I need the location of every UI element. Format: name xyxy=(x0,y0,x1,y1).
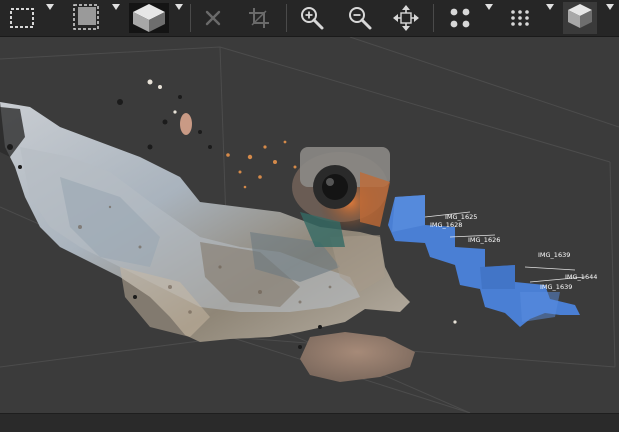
point-size-large-icon xyxy=(445,6,475,30)
toolbar-separator xyxy=(190,4,191,32)
zoom-out-icon xyxy=(347,5,373,31)
camera-positions: IMG_1625 IMG_1628 IMG_1626 IMG_1639 IMG_… xyxy=(388,195,597,327)
fit-view-icon xyxy=(392,4,420,32)
chevron-down-icon[interactable] xyxy=(112,4,120,10)
selection-fill-icon xyxy=(69,3,103,33)
zoom-in-button[interactable] xyxy=(294,0,330,36)
camera-label[interactable]: IMG_1639 xyxy=(538,251,570,259)
camera-label[interactable]: IMG_1626 xyxy=(468,236,500,244)
status-bar xyxy=(0,413,619,432)
camera-label[interactable]: IMG_1625 xyxy=(445,213,477,221)
delete-icon xyxy=(202,7,224,29)
chevron-down-icon[interactable] xyxy=(485,4,493,10)
mesh-fragment xyxy=(300,332,415,382)
3d-model-viewport[interactable]: IMG_1625 IMG_1628 IMG_1626 IMG_1639 IMG_… xyxy=(0,37,619,413)
selection-fill-button[interactable] xyxy=(64,0,108,36)
fit-view-button[interactable] xyxy=(388,0,424,36)
chevron-down-icon[interactable] xyxy=(175,4,183,10)
zoom-in-icon xyxy=(299,5,325,31)
point-size-small-button[interactable] xyxy=(500,0,540,36)
marquee-select-icon xyxy=(7,5,37,31)
point-size-large-button[interactable] xyxy=(440,0,480,36)
navigation-cube-icon xyxy=(127,1,171,35)
zoom-out-button[interactable] xyxy=(342,0,378,36)
chevron-down-icon[interactable] xyxy=(546,4,554,10)
marquee-select-button[interactable] xyxy=(2,0,42,36)
model-scene: IMG_1625 IMG_1628 IMG_1626 IMG_1639 IMG_… xyxy=(0,37,619,413)
delete-button[interactable] xyxy=(196,0,230,36)
crop-button[interactable] xyxy=(242,0,276,36)
toolbar-separator xyxy=(433,4,434,32)
view-mode-icon xyxy=(562,1,598,35)
point-size-small-icon xyxy=(505,6,535,30)
navigation-cube-button[interactable] xyxy=(124,0,174,36)
chevron-down-icon[interactable] xyxy=(46,4,54,10)
crop-icon xyxy=(247,6,271,30)
chevron-down-icon[interactable] xyxy=(606,4,614,10)
main-toolbar xyxy=(0,0,619,37)
view-mode-button[interactable] xyxy=(560,0,600,36)
camera-label[interactable]: IMG_1639 xyxy=(540,283,572,291)
toolbar-separator xyxy=(286,4,287,32)
camera-label[interactable]: IMG_1628 xyxy=(430,221,462,229)
camera-label[interactable]: IMG_1644 xyxy=(565,273,597,281)
